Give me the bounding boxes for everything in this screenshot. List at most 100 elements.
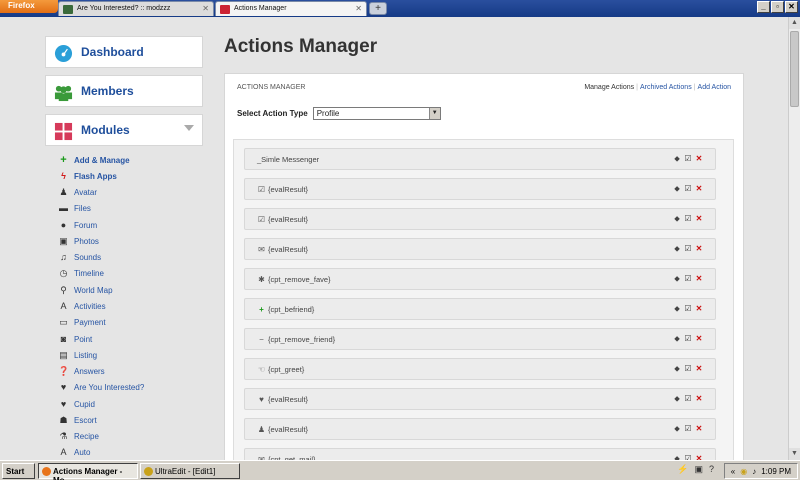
module-item-avatar[interactable]: ♟ Avatar — [58, 185, 97, 199]
new-tab-button[interactable]: + — [369, 2, 387, 15]
close-tab-icon[interactable]: ✕ — [202, 4, 209, 13]
module-item-are-you-interested[interactable]: ♥ Are You Interested? — [58, 380, 144, 394]
action-row[interactable]: _Simle Messenger ⬥ ☑ ✕ — [244, 148, 716, 170]
tag-icon[interactable]: ⬥ — [673, 364, 681, 374]
edit-icon[interactable]: ☑ — [684, 154, 692, 164]
action-row[interactable]: ♟ {evalResult} ⬥ ☑ ✕ — [244, 418, 716, 440]
module-label: Flash Apps — [74, 171, 117, 181]
tag-icon[interactable]: ⬥ — [673, 334, 681, 344]
delete-icon[interactable]: ✕ — [695, 184, 703, 194]
manage-actions-link[interactable]: Manage Actions — [584, 84, 634, 91]
firefox-menu-button[interactable]: Firefox — [0, 0, 58, 13]
tag-icon[interactable]: ⬥ — [673, 244, 681, 254]
action-row[interactable]: ☜ {cpt_greet} ⬥ ☑ ✕ — [244, 358, 716, 380]
tag-icon[interactable]: ⬥ — [673, 424, 681, 434]
module-item-point[interactable]: ◙ Point — [58, 332, 92, 346]
action-row[interactable]: + {cpt_befriend} ⬥ ☑ ✕ — [244, 298, 716, 320]
page-scrollbar[interactable]: ▲ ▼ — [788, 17, 800, 460]
tag-icon[interactable]: ⬥ — [673, 214, 681, 224]
module-item-recipe[interactable]: ⚗ Recipe — [58, 429, 98, 443]
delete-icon[interactable]: ✕ — [695, 154, 703, 164]
delete-icon[interactable]: ✕ — [695, 304, 703, 314]
monitor-icon[interactable]: ▣ — [694, 464, 703, 475]
chevron-down-icon[interactable] — [184, 125, 194, 131]
action-tools: ⬥ ☑ ✕ — [673, 424, 703, 434]
scroll-up-icon[interactable]: ▲ — [789, 17, 800, 29]
edit-icon[interactable]: ☑ — [684, 394, 692, 404]
module-item-payment[interactable]: ▭ Payment — [58, 315, 105, 329]
delete-icon[interactable]: ✕ — [695, 424, 703, 434]
edit-icon[interactable]: ☑ — [684, 364, 692, 374]
edit-icon[interactable]: ☑ — [684, 424, 692, 434]
actions-list: _Simle Messenger ⬥ ☑ ✕ ☑ {evalResult} ⬥ ☑ ✕ ☑… — [233, 139, 734, 470]
action-row[interactable]: − {cpt_remove_friend} ⬥ ☑ ✕ — [244, 328, 716, 350]
close-tab-icon[interactable]: ✕ — [355, 4, 362, 13]
edit-icon[interactable]: ☑ — [684, 214, 692, 224]
delete-icon[interactable]: ✕ — [695, 214, 703, 224]
action-label: ☜ {cpt_greet} — [257, 365, 304, 374]
module-item-forum[interactable]: ● Forum — [58, 218, 97, 232]
module-item-files[interactable]: ▬ Files — [58, 201, 91, 215]
taskbar-item-firefox[interactable]: Actions Manager - Mo... — [38, 463, 138, 480]
network-icon[interactable]: ⚡ — [677, 464, 688, 475]
action-label: ♟ {evalResult} — [257, 425, 308, 434]
tag-icon[interactable]: ⬥ — [673, 184, 681, 194]
edit-icon[interactable]: ☑ — [684, 244, 692, 254]
edit-icon[interactable]: ☑ — [684, 304, 692, 314]
archived-actions-link[interactable]: Archived Actions — [640, 84, 692, 91]
dropdown-arrow-icon[interactable]: ▼ — [428, 108, 440, 119]
delete-icon[interactable]: ✕ — [695, 274, 703, 284]
module-item-cupid[interactable]: ♥ Cupid — [58, 397, 95, 411]
module-item-add-manage[interactable]: + Add & Manage — [58, 153, 129, 167]
minimize-button[interactable]: _ — [757, 1, 770, 13]
module-item-timeline[interactable]: ◷ Timeline — [58, 266, 104, 280]
module-item-photos[interactable]: ▣ Photos — [58, 234, 99, 248]
panel-header: ACTIONS MANAGER — [237, 84, 306, 91]
edit-icon[interactable]: ☑ — [684, 334, 692, 344]
delete-icon[interactable]: ✕ — [695, 394, 703, 404]
module-item-answers[interactable]: ❓ Answers — [58, 364, 105, 378]
tab-are-you-interested[interactable]: Are You Interested? :: modzzz ✕ — [58, 1, 214, 16]
sidebar-members[interactable]: Members — [45, 75, 203, 107]
help-icon[interactable]: ? — [709, 464, 714, 475]
action-row[interactable]: ♥ {evalResult} ⬥ ☑ ✕ — [244, 388, 716, 410]
module-item-escort[interactable]: ☗ Escort — [58, 413, 96, 427]
edit-icon[interactable]: ☑ — [684, 184, 692, 194]
add-action-link[interactable]: Add Action — [698, 84, 731, 91]
edit-icon[interactable]: ☑ — [684, 274, 692, 284]
shield-icon[interactable]: ◉ — [740, 467, 747, 478]
module-item-activities[interactable]: A Activities — [58, 299, 105, 313]
module-label: Forum — [74, 220, 98, 230]
start-button[interactable]: Start — [2, 463, 35, 479]
taskbar-item-ultraedit[interactable]: UltraEdit - [Edit1] — [140, 463, 240, 479]
action-type-select[interactable]: Profile ▼ — [312, 107, 441, 120]
show-hidden-icons[interactable]: « — [731, 467, 735, 478]
heart-icon: ♥ — [60, 382, 67, 392]
action-row[interactable]: ☑ {evalResult} ⬥ ☑ ✕ — [244, 178, 716, 200]
action-row[interactable]: ☑ {evalResult} ⬥ ☑ ✕ — [244, 208, 716, 230]
tag-icon[interactable]: ⬥ — [673, 304, 681, 314]
module-item-world-map[interactable]: ⚲ World Map — [58, 283, 112, 297]
tag-icon[interactable]: ⬥ — [673, 154, 681, 164]
clock[interactable]: 1:09 PM — [761, 467, 791, 478]
action-row[interactable]: ✱ {cpt_remove_fave} ⬥ ☑ ✕ — [244, 268, 716, 290]
volume-icon[interactable]: ♪ — [752, 467, 756, 478]
delete-icon[interactable]: ✕ — [695, 244, 703, 254]
module-item-listing[interactable]: ▤ Listing — [58, 348, 97, 362]
restore-button[interactable]: ▫ — [771, 1, 784, 13]
sidebar-modules[interactable]: Modules — [45, 114, 203, 146]
sidebar-dashboard[interactable]: Dashboard — [45, 36, 203, 68]
delete-icon[interactable]: ✕ — [695, 364, 703, 374]
scroll-down-icon[interactable]: ▼ — [789, 448, 800, 460]
module-item-flash-apps[interactable]: ϟ Flash Apps — [58, 169, 117, 183]
module-item-sounds[interactable]: ♫ Sounds — [58, 250, 101, 264]
action-row[interactable]: ✉ {evalResult} ⬥ ☑ ✕ — [244, 238, 716, 260]
close-window-button[interactable]: ✕ — [785, 1, 798, 13]
quick-tray-icons: ⚡ ▣ ? — [677, 464, 714, 475]
delete-icon[interactable]: ✕ — [695, 334, 703, 344]
tag-icon[interactable]: ⬥ — [673, 394, 681, 404]
scrollbar-thumb[interactable] — [790, 31, 799, 107]
module-item-auto[interactable]: A Auto — [58, 445, 90, 459]
tab-actions-manager[interactable]: Actions Manager ✕ — [215, 1, 367, 16]
tag-icon[interactable]: ⬥ — [673, 274, 681, 284]
